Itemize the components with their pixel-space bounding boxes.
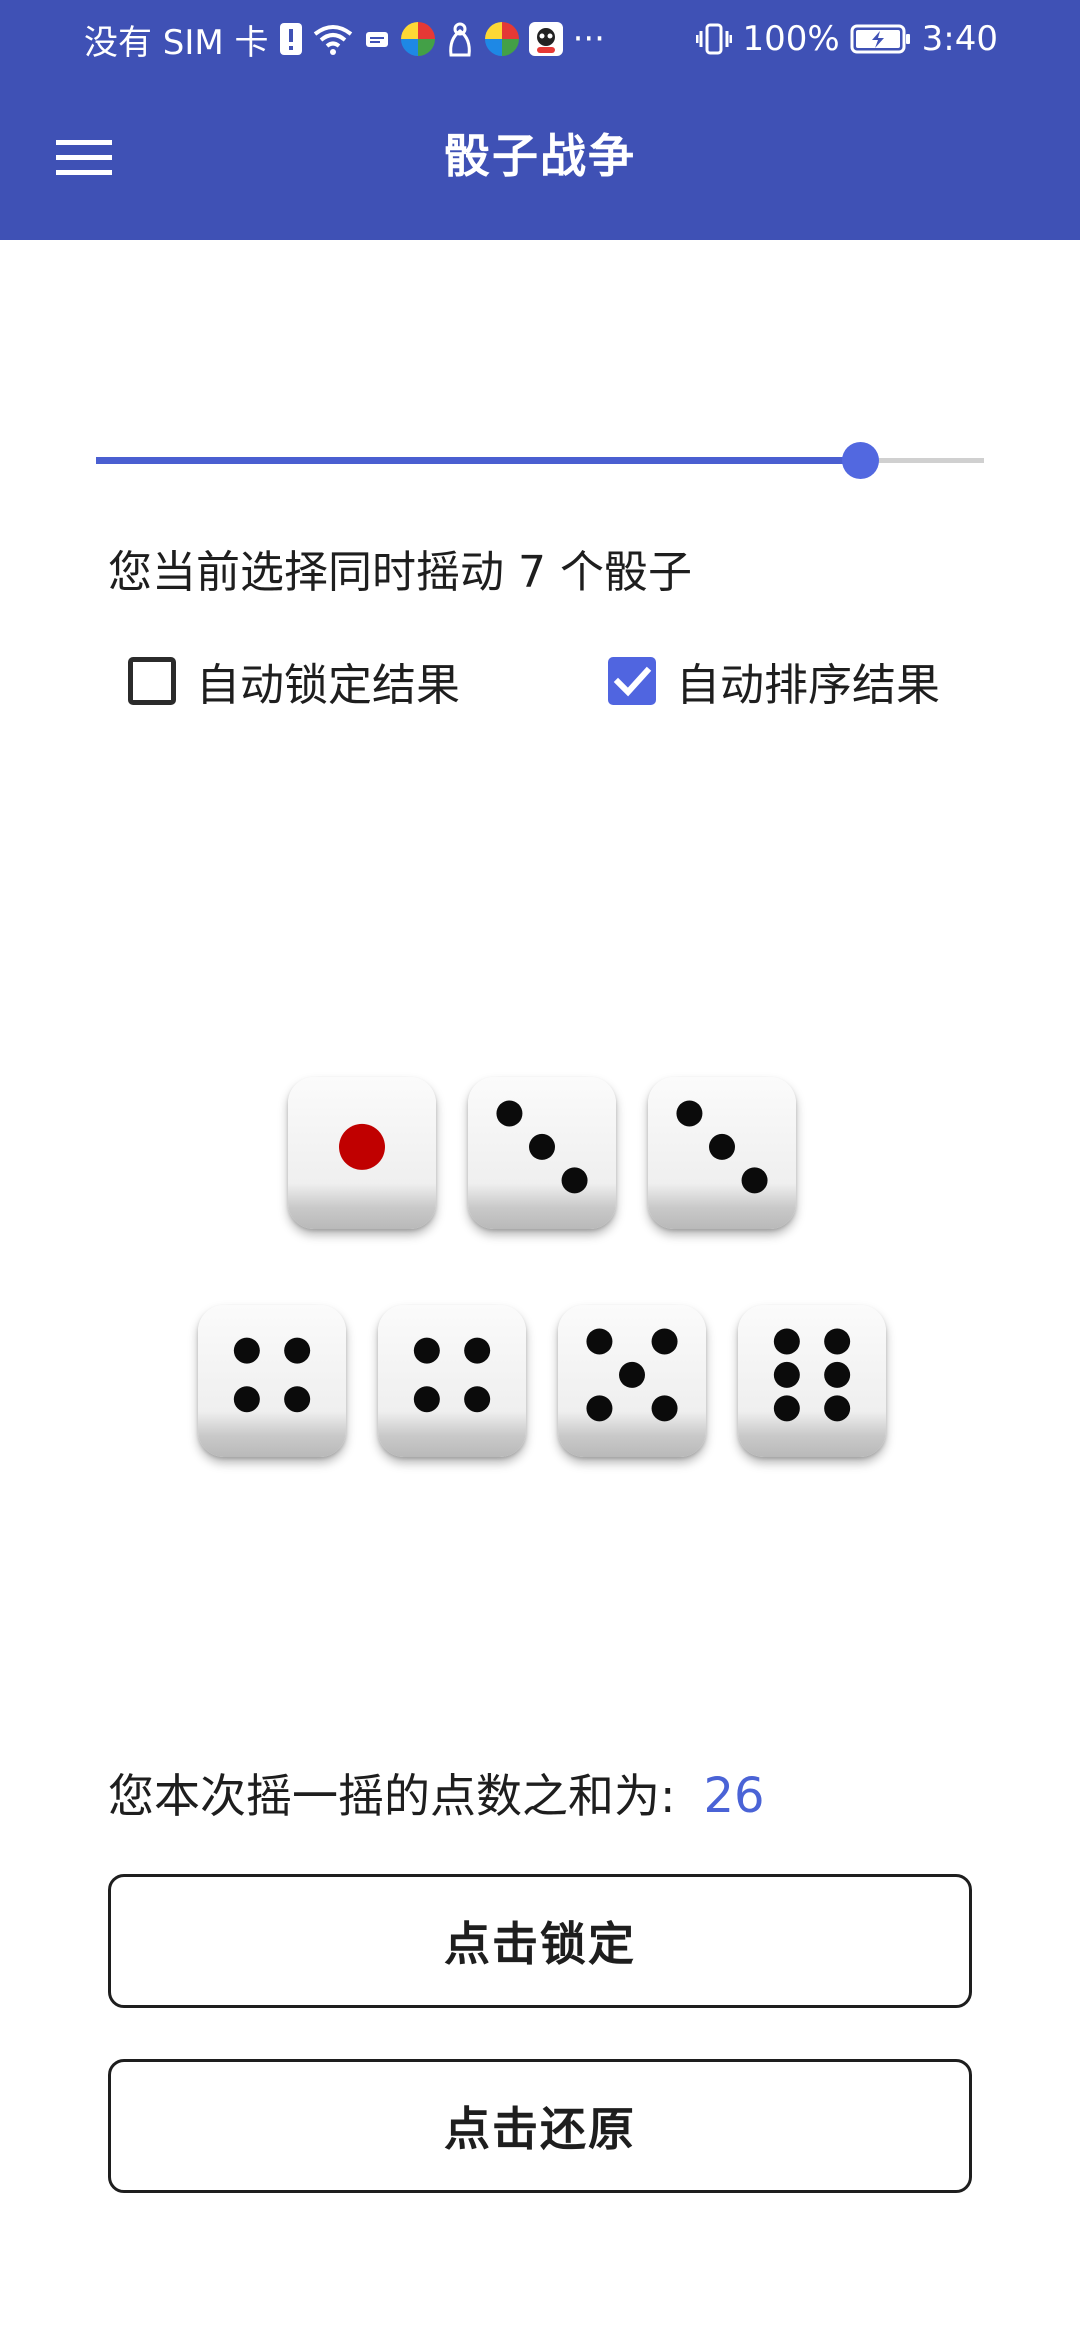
die-5[interactable] [558,1305,706,1457]
slider-thumb[interactable] [841,442,879,479]
die-3[interactable] [648,1077,796,1229]
die-4[interactable] [378,1305,526,1457]
auto-sort-option[interactable]: 自动排序结果 [608,648,940,714]
colorful-app-icon-2 [484,22,519,56]
die-pip [773,1395,800,1422]
restore-button[interactable]: 点击还原 [108,2059,972,2193]
colorful-app-icon [400,22,435,56]
auto-sort-label: 自动排序结果 [676,660,940,711]
hamburger-menu-icon [56,138,112,182]
app-bar: 骰子战争 [0,78,1080,240]
die-face-3 [496,1100,588,1194]
die-pip [824,1328,851,1355]
dice-count-text: 您当前选择同时摇动 7 个骰子 [108,547,692,598]
die-pip [709,1133,735,1160]
status-right: 100% 3:40 [696,14,998,64]
die-pip [619,1361,645,1388]
checkmark-icon [613,666,652,697]
die-pip [464,1386,491,1413]
die-pip [284,1386,311,1413]
auto-lock-option[interactable]: 自动锁定结果 [128,648,460,714]
screen: 没有 SIM 卡 ··· 100% 3:40 骰子战争 您当前选择同时摇动 7 … [0,0,1080,2340]
die-pip [586,1328,613,1355]
die-pip [741,1167,768,1194]
die-pip [339,1123,385,1170]
menu-button[interactable] [36,112,132,208]
die-pip [233,1337,260,1364]
die-face-6 [773,1328,851,1422]
die-pip [773,1328,800,1355]
auto-lock-checkbox[interactable] [128,657,176,705]
die-pip [529,1133,555,1160]
die-pip [824,1361,851,1388]
auto-lock-label: 自动锁定结果 [196,660,460,711]
die-3[interactable] [468,1077,616,1229]
die-1[interactable] [288,1077,436,1229]
wifi-icon [313,22,353,56]
notification-app-icon [363,25,391,53]
die-pip [233,1386,260,1413]
status-left: 没有 SIM 卡 ··· [84,14,605,64]
die-pip [586,1395,613,1422]
dice-count-slider[interactable] [96,437,984,485]
mascot-app-icon [445,21,475,57]
die-pip [496,1100,523,1127]
lock-button[interactable]: 点击锁定 [108,1874,972,2008]
avatar-app-icon [528,22,563,56]
sim-alert-icon [279,22,303,56]
clock: 3:40 [921,19,998,59]
battery-percent: 100% [742,19,840,59]
sum-row: 您本次摇一摇的点数之和为: 26 [108,1760,765,1826]
die-pip [464,1337,491,1364]
sum-label: 您本次摇一摇的点数之和为: [108,1769,676,1823]
more-notifications-icon: ··· [572,19,605,59]
die-6[interactable] [738,1305,886,1457]
battery-charging-icon [850,22,912,56]
die-face-1 [339,1123,385,1170]
app-title: 骰子战争 [444,129,636,183]
vibrate-icon [696,22,733,56]
die-pip [676,1100,703,1127]
die-pip [824,1395,851,1422]
die-face-4 [413,1337,491,1413]
die-pip [284,1337,311,1364]
die-pip [413,1337,440,1364]
die-pip [651,1328,678,1355]
status-bar: 没有 SIM 卡 ··· 100% 3:40 [0,0,1080,78]
carrier-text: 没有 SIM 卡 [84,22,269,63]
die-pip [651,1395,678,1422]
die-pip [773,1361,800,1388]
auto-sort-checkbox[interactable] [608,657,656,705]
die-face-3 [676,1100,768,1194]
die-face-4 [233,1337,311,1413]
die-face-5 [586,1328,678,1422]
header: 没有 SIM 卡 ··· 100% 3:40 骰子战争 [0,0,1080,240]
slider-fill [96,457,860,464]
die-pip [413,1386,440,1413]
die-pip [561,1167,588,1194]
die-4[interactable] [198,1305,346,1457]
sum-value: 26 [703,1768,765,1824]
